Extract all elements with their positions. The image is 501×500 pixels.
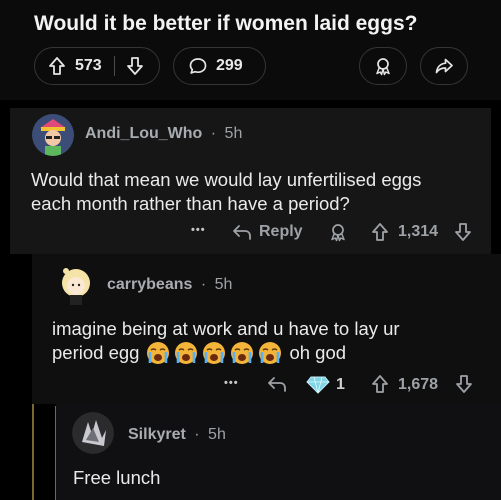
meta-separator: · xyxy=(194,426,200,443)
comment-silkyret: Silkyret · 5h Free lunch xyxy=(56,404,501,500)
post-comment-count: 299 xyxy=(216,57,243,74)
post-header: Would it be better if women laid eggs? 5… xyxy=(0,0,501,100)
avatar[interactable] xyxy=(72,412,114,454)
award-icon[interactable] xyxy=(328,222,348,242)
thread-line[interactable] xyxy=(32,404,34,500)
more-options-button[interactable]: ••• xyxy=(224,377,239,389)
comment-meta: carrybeans · 5h xyxy=(107,276,232,294)
vote-pill: 573 xyxy=(34,47,160,85)
loudly-crying-face-emoji xyxy=(229,341,255,365)
avatar[interactable] xyxy=(32,114,74,156)
diamond-award-icon[interactable] xyxy=(306,374,330,394)
upvote-icon[interactable] xyxy=(370,222,390,242)
comment-carrybeans: carrybeans · 5h imagine being at work an… xyxy=(32,254,501,404)
comment-actions: ••• Reply 1,314 xyxy=(10,219,491,247)
award-button[interactable] xyxy=(359,47,407,85)
loudly-crying-face-emoji xyxy=(145,341,171,365)
meta-separator: · xyxy=(200,276,207,293)
comment-bubble-icon xyxy=(188,56,208,76)
downvote-icon[interactable] xyxy=(453,222,473,242)
avatar[interactable] xyxy=(56,265,96,305)
upvote-icon[interactable] xyxy=(47,56,67,76)
emoji-row xyxy=(145,341,283,365)
vote-count: 1,314 xyxy=(398,223,439,240)
meta-separator: · xyxy=(210,125,217,142)
comment-author[interactable]: Silkyret xyxy=(128,426,186,443)
comment-body-line: Would that mean we would lay unfertilise… xyxy=(31,169,422,190)
comments-button[interactable]: 299 xyxy=(173,47,266,85)
comment-actions: ••• 1 1,678 xyxy=(32,372,501,398)
loudly-crying-face-emoji xyxy=(257,341,283,365)
comment-author[interactable]: Andi_Lou_Who xyxy=(85,125,202,142)
comment-body: imagine being at work and u have to lay … xyxy=(52,317,400,365)
comment-body: Would that mean we would lay unfertilise… xyxy=(31,168,421,216)
loudly-crying-face-emoji xyxy=(173,341,199,365)
award-count: 1 xyxy=(336,376,345,393)
comment-andi: Andi_Lou_Who · 5h Would that mean we wou… xyxy=(10,108,491,254)
share-icon xyxy=(434,56,454,76)
comment-meta: Silkyret · 5h xyxy=(128,426,226,444)
comment-body-line: imagine being at work and u have to lay … xyxy=(52,318,400,339)
post-upvote-count: 573 xyxy=(75,57,102,74)
comment-body-line-2: period egg oh god xyxy=(52,341,400,365)
comment-body: Free lunch xyxy=(73,467,161,488)
reply-arrow-icon[interactable] xyxy=(266,374,288,394)
vote-count: 1,678 xyxy=(398,376,439,393)
comment-time: 5h xyxy=(208,426,226,443)
downvote-icon[interactable] xyxy=(454,374,474,394)
comment-body-text: oh god xyxy=(289,342,347,363)
award-icon xyxy=(373,56,393,76)
comment-meta: Andi_Lou_Who · 5h xyxy=(85,125,242,143)
comment-body-line: each month rather than have a period? xyxy=(31,193,350,214)
comment-time: 5h xyxy=(224,125,243,142)
comment-time: 5h xyxy=(214,276,233,293)
comment-body-text: period egg xyxy=(52,342,140,363)
comment-author[interactable]: carrybeans xyxy=(107,276,192,293)
share-button[interactable] xyxy=(420,47,468,85)
loudly-crying-face-emoji xyxy=(201,341,227,365)
downvote-icon[interactable] xyxy=(125,56,145,76)
reply-button[interactable]: Reply xyxy=(259,223,303,241)
more-options-button[interactable]: ••• xyxy=(191,224,206,236)
upvote-icon[interactable] xyxy=(370,374,390,394)
vote-divider xyxy=(113,56,115,76)
reply-arrow-icon[interactable] xyxy=(231,222,253,242)
post-title: Would it be better if women laid eggs? xyxy=(34,12,418,35)
